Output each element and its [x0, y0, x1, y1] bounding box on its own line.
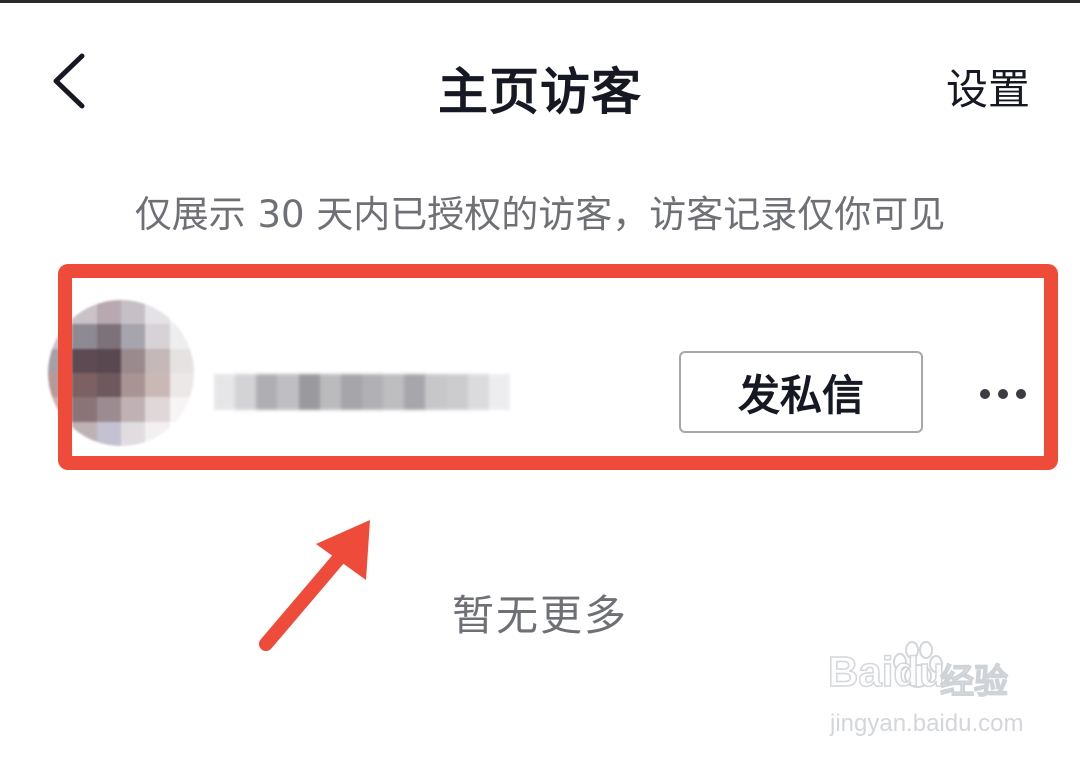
privacy-notice: 仅展示 30 天内已授权的访客，访客记录仅你可见 — [134, 193, 946, 236]
send-message-button[interactable]: 发私信 — [679, 351, 923, 433]
settings-button[interactable]: 设置 — [946, 56, 1030, 117]
visitor-list-item[interactable]: 发私信 — [0, 262, 1080, 470]
avatar[interactable] — [48, 300, 194, 446]
watermark-brand-cn: 经验 — [939, 661, 1008, 702]
page-title: 主页访客 — [438, 63, 642, 121]
watermark-url: jingyan.baidu.com — [830, 710, 1024, 737]
ellipsis-icon — [980, 389, 990, 399]
more-options-button[interactable] — [968, 372, 1038, 416]
watermark-brand: Baidu — [827, 647, 945, 696]
top-divider — [0, 0, 1080, 3]
visitor-name-redacted[interactable] — [214, 374, 510, 410]
baidu-jingyan-watermark: Baidu 经验 jingyan.baidu.com — [827, 641, 1028, 748]
visitors-screen: 主页访客 设置 仅展示 30 天内已授权的访客，访客记录仅你可见 发私信 暂无更… — [0, 0, 1080, 766]
no-more-label: 暂无更多 — [451, 591, 628, 640]
